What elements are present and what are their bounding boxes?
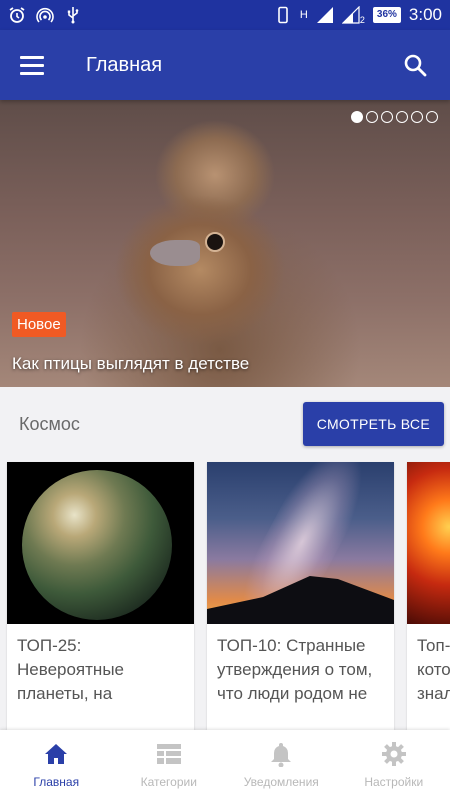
signal-icon [341, 6, 360, 24]
hero-image [0, 100, 450, 387]
hamburger-icon[interactable] [20, 50, 50, 80]
bell-icon [268, 741, 294, 767]
app-toolbar: Главная [0, 30, 450, 100]
sim-index: 2 [359, 15, 365, 25]
clock: 3:00 [408, 5, 442, 24]
nav-categories[interactable]: Категории [113, 730, 226, 800]
article-card[interactable]: ТОП-25: Невероятные планеты, на [7, 462, 194, 730]
section-header: Космос СМОТРЕТЬ ВСЕ [0, 387, 450, 461]
usb-icon [64, 6, 82, 24]
new-badge: Новое [12, 312, 66, 337]
gear-icon [381, 741, 407, 767]
article-card[interactable]: ТОП-10: Странные утверждения о том, что … [207, 462, 394, 730]
nav-label: Уведомления [243, 775, 319, 789]
hero-carousel[interactable]: Новое Как птицы выглядят в детстве [0, 100, 450, 387]
hero-image-detail [205, 232, 225, 252]
article-title: Топ-кото знал [417, 636, 450, 703]
hero-caption[interactable]: Как птицы выглядят в детстве [12, 354, 249, 374]
vibrate-icon [274, 6, 292, 24]
article-image [407, 462, 450, 624]
nav-label: Главная [33, 775, 80, 789]
article-image [7, 462, 194, 624]
carousel-dot[interactable] [351, 111, 363, 123]
carousel-dot[interactable] [426, 111, 438, 123]
nav-settings[interactable]: Настройки [338, 730, 450, 800]
nav-home[interactable]: Главная [0, 730, 113, 800]
network-type: H [299, 9, 308, 21]
carousel-dot[interactable] [411, 111, 423, 123]
carousel-dot[interactable] [381, 111, 393, 123]
nav-notifications[interactable]: Уведомления [225, 730, 338, 800]
page-title: Главная [86, 53, 163, 76]
categories-icon [156, 741, 182, 767]
section-title: Космос [19, 413, 80, 434]
search-icon[interactable] [400, 50, 430, 80]
hero-image-detail [150, 240, 200, 266]
hotspot-icon [36, 6, 54, 24]
carousel-indicator [351, 111, 438, 123]
article-title: ТОП-10: Странные утверждения о том, что … [217, 636, 373, 703]
article-image [207, 462, 394, 624]
bottom-navigation: Главная Категории Уведомления Настройки [0, 730, 450, 800]
battery-indicator: 36% [372, 7, 401, 23]
carousel-dot[interactable] [366, 111, 378, 123]
nav-label: Настройки [364, 775, 424, 789]
nav-label: Категории [140, 775, 197, 789]
signal-icon [316, 6, 334, 24]
see-all-button[interactable]: СМОТРЕТЬ ВСЕ [302, 402, 444, 446]
article-card[interactable]: Топ-кото знал [407, 462, 450, 730]
article-title: ТОП-25: Невероятные планеты, на [17, 636, 124, 703]
article-carousel[interactable]: ТОП-25: Невероятные планеты, на ТОП-10: … [7, 462, 450, 730]
carousel-dot[interactable] [396, 111, 408, 123]
home-icon [43, 741, 69, 767]
status-bar: H 2 36% 3:00 [0, 0, 450, 30]
alarm-icon [8, 6, 26, 24]
